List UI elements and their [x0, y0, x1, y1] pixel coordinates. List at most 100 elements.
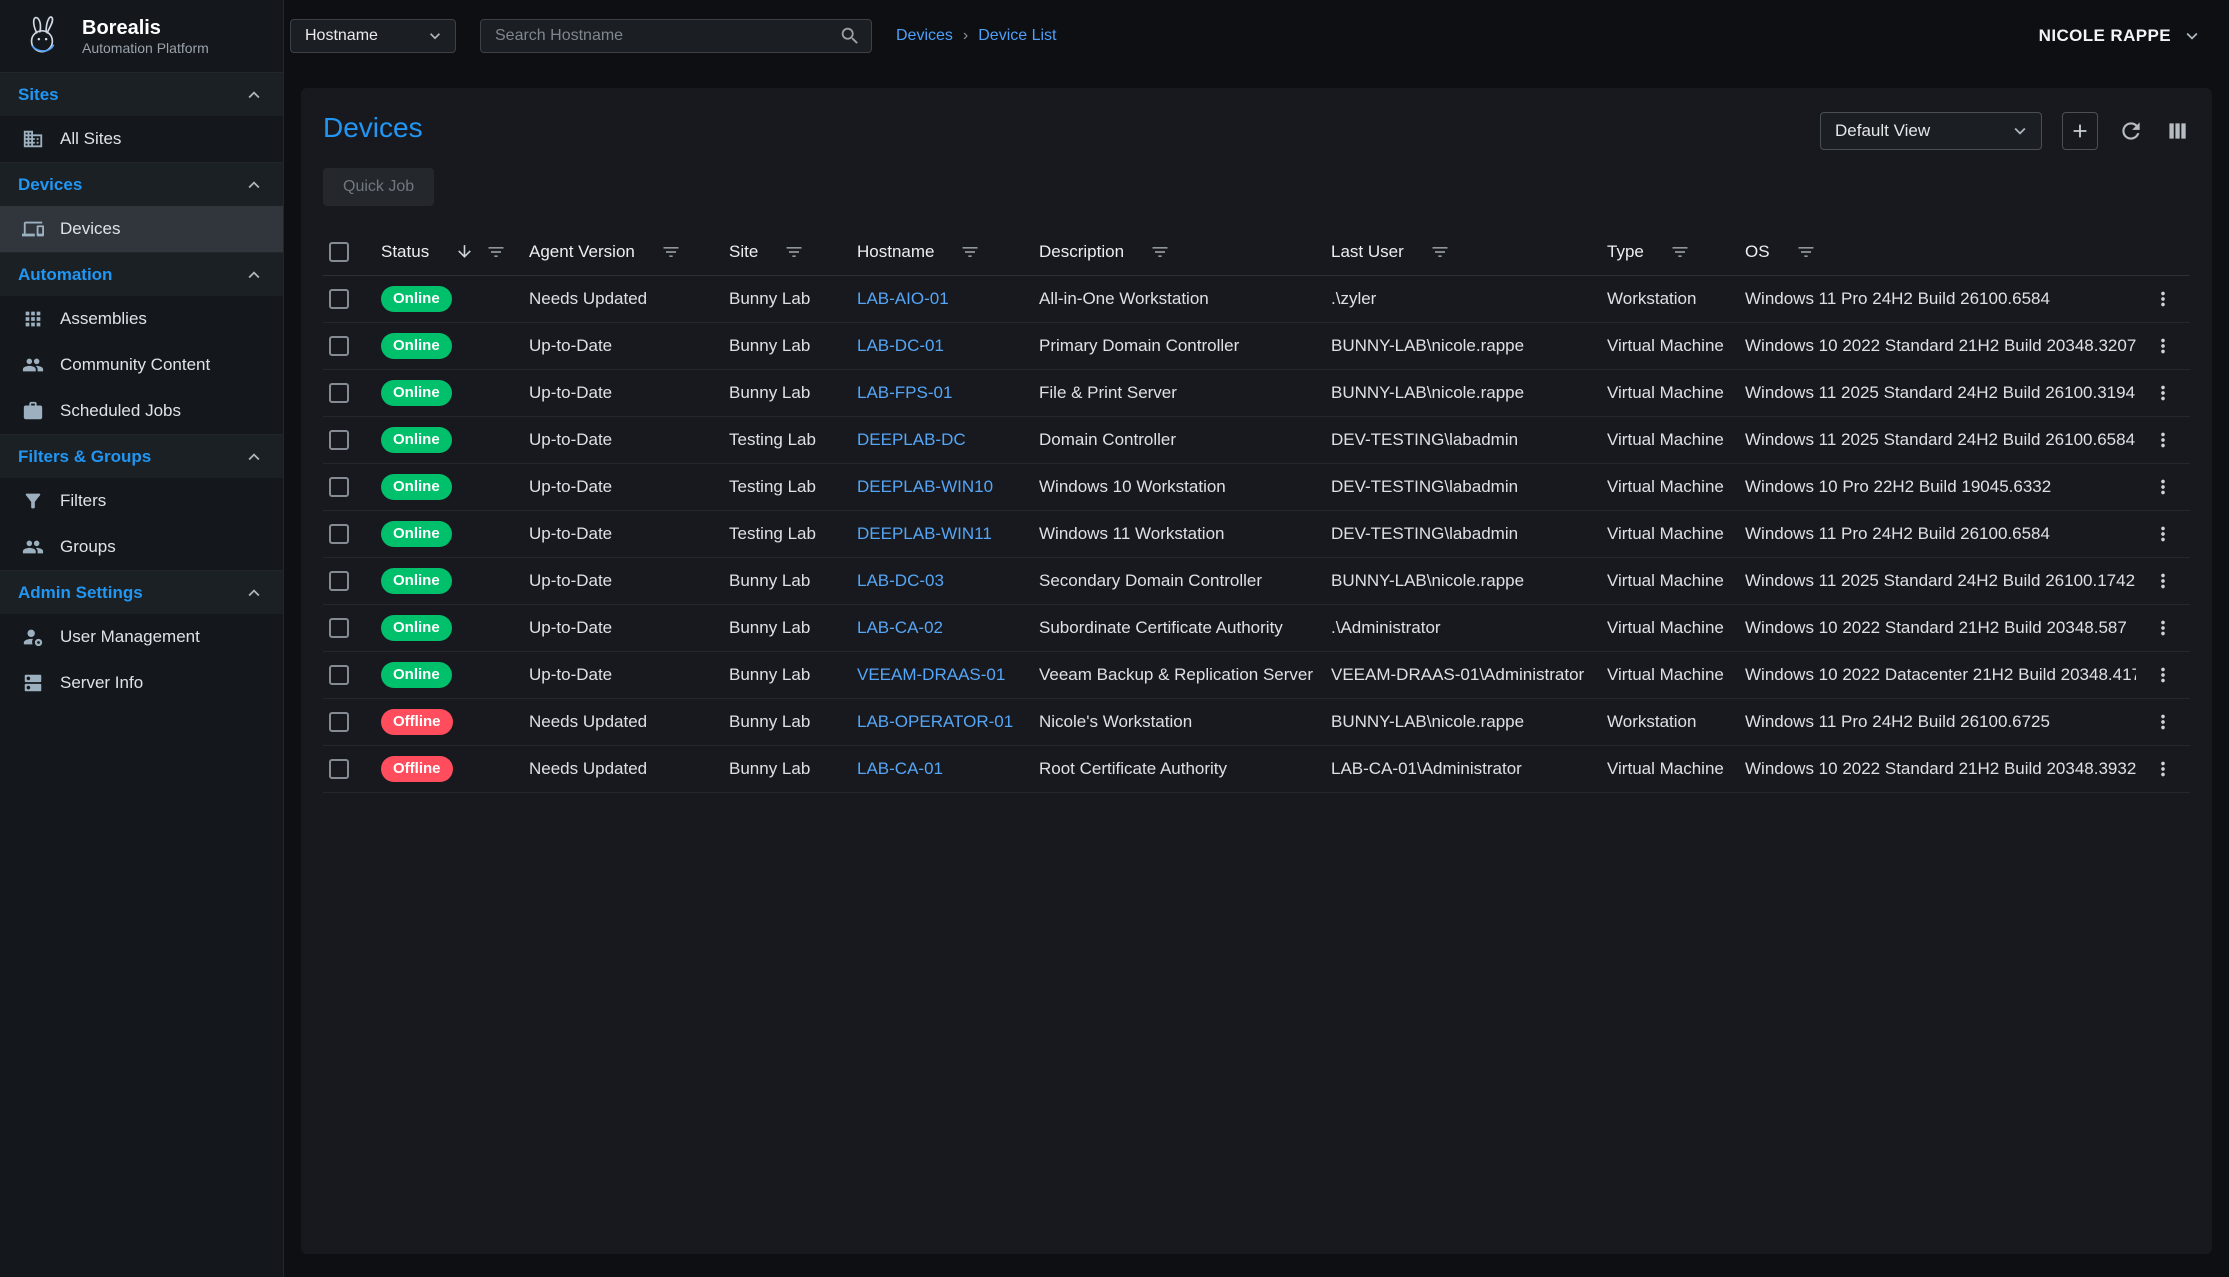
search-icon[interactable] — [839, 25, 861, 47]
cell-os: Windows 11 2025 Standard 24H2 Build 2610… — [1745, 571, 2136, 591]
column-header-status[interactable]: Status — [381, 242, 529, 262]
table-row[interactable]: OnlineNeeds UpdatedBunny LabLAB-AIO-01Al… — [323, 276, 2190, 323]
column-filter-icon[interactable] — [784, 242, 804, 262]
view-select[interactable]: Default View — [1820, 112, 2042, 150]
cell-os: Windows 11 Pro 24H2 Build 26100.6725 — [1745, 712, 2136, 732]
table-row[interactable]: OnlineUp-to-DateTesting LabDEEPLAB-WIN10… — [323, 464, 2190, 511]
add-view-button[interactable] — [2062, 112, 2098, 150]
row-checkbox[interactable] — [329, 383, 349, 403]
row-checkbox[interactable] — [329, 289, 349, 309]
section-label: Automation — [18, 265, 112, 285]
column-filter-icon[interactable] — [1670, 242, 1690, 262]
cell-status: Online — [381, 427, 529, 453]
chevron-up-icon — [243, 264, 265, 286]
sort-descending-icon[interactable] — [455, 242, 474, 261]
column-header-agent-version[interactable]: Agent Version — [529, 242, 729, 262]
quick-job-button[interactable]: Quick Job — [323, 168, 434, 206]
column-filter-icon[interactable] — [661, 242, 681, 262]
breadcrumb-devices[interactable]: Devices — [896, 27, 953, 45]
row-checkbox[interactable] — [329, 665, 349, 685]
sidebar-section-devices[interactable]: Devices — [0, 162, 283, 206]
sidebar-item-groups[interactable]: Groups — [0, 524, 283, 570]
sidebar-item-filters[interactable]: Filters — [0, 478, 283, 524]
hostname-link[interactable]: DEEPLAB-WIN10 — [857, 477, 993, 497]
cell-os: Windows 10 2022 Datacenter 21H2 Build 20… — [1745, 665, 2136, 685]
sidebar-section-automation[interactable]: Automation — [0, 252, 283, 296]
columns-icon[interactable] — [2164, 118, 2190, 144]
row-menu-icon[interactable] — [2152, 664, 2174, 686]
table-row[interactable]: OnlineUp-to-DateBunny LabVEEAM-DRAAS-01V… — [323, 652, 2190, 699]
hostname-link[interactable]: DEEPLAB-DC — [857, 430, 966, 450]
row-menu-icon[interactable] — [2152, 711, 2174, 733]
row-checkbox[interactable] — [329, 618, 349, 638]
sidebar-item-devices[interactable]: Devices — [0, 206, 283, 252]
row-menu-icon[interactable] — [2152, 758, 2174, 780]
row-checkbox[interactable] — [329, 759, 349, 779]
sidebar-section-filters-groups[interactable]: Filters & Groups — [0, 434, 283, 478]
sidebar-item-all-sites[interactable]: All Sites — [0, 116, 283, 162]
column-filter-icon[interactable] — [960, 242, 980, 262]
row-menu-icon[interactable] — [2152, 335, 2174, 357]
table-row[interactable]: OnlineUp-to-DateTesting LabDEEPLAB-DCDom… — [323, 417, 2190, 464]
column-header-description[interactable]: Description — [1039, 242, 1331, 262]
table-row[interactable]: OfflineNeeds UpdatedBunny LabLAB-CA-01Ro… — [323, 746, 2190, 793]
hostname-link[interactable]: LAB-AIO-01 — [857, 289, 949, 309]
column-header-os[interactable]: OS — [1745, 242, 2136, 262]
table-row[interactable]: OnlineUp-to-DateBunny LabLAB-DC-03Second… — [323, 558, 2190, 605]
column-filter-icon[interactable] — [486, 242, 506, 262]
table-row[interactable]: OnlineUp-to-DateTesting LabDEEPLAB-WIN11… — [323, 511, 2190, 558]
sidebar-item-scheduled-jobs[interactable]: Scheduled Jobs — [0, 388, 283, 434]
hostname-link[interactable]: LAB-DC-03 — [857, 571, 944, 591]
refresh-icon[interactable] — [2118, 118, 2144, 144]
row-menu-icon[interactable] — [2152, 288, 2174, 310]
row-checkbox[interactable] — [329, 477, 349, 497]
hostname-link[interactable]: DEEPLAB-WIN11 — [857, 524, 992, 544]
sidebar-item-server-info[interactable]: Server Info — [0, 660, 283, 706]
sidebar-section-sites[interactable]: Sites — [0, 72, 283, 116]
column-label: Description — [1039, 242, 1124, 262]
cell-type: Workstation — [1607, 712, 1745, 732]
sidebar-item-assemblies[interactable]: Assemblies — [0, 296, 283, 342]
hostname-link[interactable]: LAB-CA-02 — [857, 618, 943, 638]
table-row[interactable]: OnlineUp-to-DateBunny LabLAB-FPS-01File … — [323, 370, 2190, 417]
hostname-link[interactable]: LAB-OPERATOR-01 — [857, 712, 1013, 732]
row-checkbox[interactable] — [329, 336, 349, 356]
row-menu-icon[interactable] — [2152, 570, 2174, 592]
row-checkbox[interactable] — [329, 571, 349, 591]
row-menu-icon[interactable] — [2152, 382, 2174, 404]
top-bar: Hostname Devices › Device List NICOLE RA… — [284, 0, 2229, 72]
search-field-select[interactable]: Hostname — [290, 19, 456, 53]
row-menu-icon[interactable] — [2152, 476, 2174, 498]
sidebar-item-user-management[interactable]: User Management — [0, 614, 283, 660]
column-filter-icon[interactable] — [1150, 242, 1170, 262]
search-input[interactable] — [495, 27, 839, 45]
hostname-link[interactable]: LAB-FPS-01 — [857, 383, 952, 403]
cell-os: Windows 10 2022 Standard 21H2 Build 2034… — [1745, 759, 2136, 779]
table-row[interactable]: OfflineNeeds UpdatedBunny LabLAB-OPERATO… — [323, 699, 2190, 746]
sidebar-section-admin-settings[interactable]: Admin Settings — [0, 570, 283, 614]
column-filter-icon[interactable] — [1796, 242, 1816, 262]
hostname-link[interactable]: LAB-CA-01 — [857, 759, 943, 779]
column-header-hostname[interactable]: Hostname — [857, 242, 1039, 262]
row-menu-icon[interactable] — [2152, 617, 2174, 639]
row-menu-icon[interactable] — [2152, 523, 2174, 545]
row-menu-icon[interactable] — [2152, 429, 2174, 451]
row-checkbox[interactable] — [329, 712, 349, 732]
hostname-link[interactable]: VEEAM-DRAAS-01 — [857, 665, 1005, 685]
row-checkbox[interactable] — [329, 524, 349, 544]
select-all-checkbox[interactable] — [329, 242, 349, 262]
row-checkbox[interactable] — [329, 430, 349, 450]
column-header-site[interactable]: Site — [729, 242, 857, 262]
cell-type: Virtual Machine — [1607, 477, 1745, 497]
cell-last-user: BUNNY-LAB\nicole.rappe — [1331, 383, 1607, 403]
column-filter-icon[interactable] — [1430, 242, 1450, 262]
hostname-link[interactable]: LAB-DC-01 — [857, 336, 944, 356]
user-menu[interactable]: NICOLE RAPPE — [2039, 25, 2203, 47]
column-header-type[interactable]: Type — [1607, 242, 1745, 262]
breadcrumb-device-list[interactable]: Device List — [978, 27, 1056, 45]
column-header-last-user[interactable]: Last User — [1331, 242, 1607, 262]
sidebar-item-community-content[interactable]: Community Content — [0, 342, 283, 388]
table-row[interactable]: OnlineUp-to-DateBunny LabLAB-DC-01Primar… — [323, 323, 2190, 370]
table-row[interactable]: OnlineUp-to-DateBunny LabLAB-CA-02Subord… — [323, 605, 2190, 652]
cell-description: Root Certificate Authority — [1039, 759, 1331, 779]
